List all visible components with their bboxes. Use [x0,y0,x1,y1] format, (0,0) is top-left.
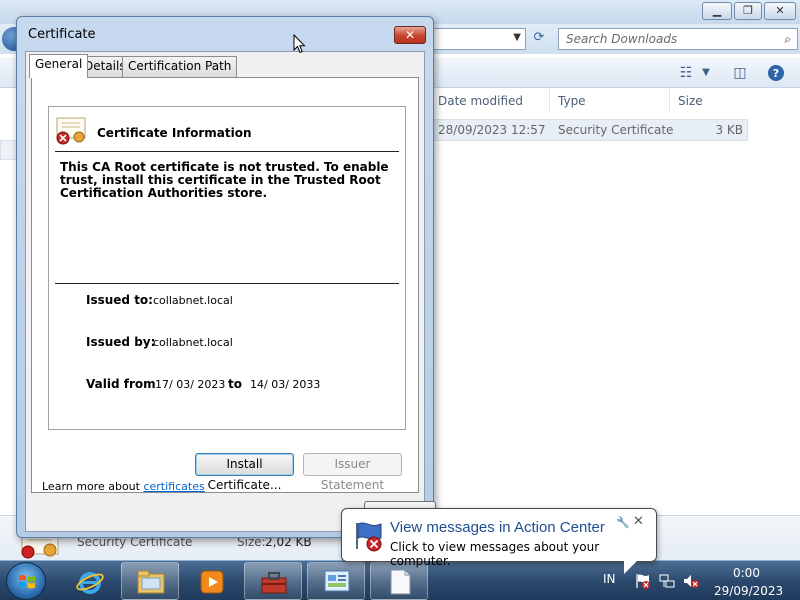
file-type: Security Certificate [558,123,674,137]
valid-from-label: Valid from [86,377,156,391]
certificate-dialog: Certificate ✕ General Details Certificat… [16,16,436,538]
balloon-message: Click to view messages about your comput… [390,540,600,568]
internet-explorer-icon [76,572,104,594]
issued-to-value: collabnet.local [153,294,233,307]
taskbar-internet-explorer[interactable] [60,562,118,600]
taskbar-file-explorer[interactable] [121,562,179,600]
media-player-icon [200,570,224,594]
clock-time[interactable]: 0:00 [733,566,760,580]
valid-from-value: 17/ 03/ 2023 [155,378,226,391]
windows-logo-icon [19,575,35,589]
tab-certification-path[interactable]: Certification Path [122,56,238,77]
certificate-info-box: Certificate Information This CA Root cer… [48,106,406,430]
divider [55,151,399,152]
file-size: 3 KB [715,123,743,137]
column-type[interactable]: Type [550,88,670,114]
search-placeholder: Search Downloads [566,32,678,46]
mouse-cursor-icon [293,34,306,54]
issued-to-label: Issued to: [86,293,153,307]
search-input[interactable]: Search Downloads ⌕ [558,28,798,50]
balloon-tail [624,560,638,574]
preview-pane-icon[interactable]: ◫ [730,64,750,82]
search-icon[interactable]: ⌕ [784,29,791,49]
minimize-button[interactable]: ▁ [702,2,732,20]
toolbox-icon [261,572,287,594]
issuer-statement-button[interactable]: Issuer Statement [303,453,402,492]
untrusted-certificate-icon [56,117,86,145]
column-headers: Date modified Type Size [430,88,800,114]
wrench-icon[interactable]: 🔧 [616,516,630,529]
language-indicator[interactable]: IN [603,572,616,586]
dialog-title: Certificate [28,27,96,42]
control-panel-icon [324,570,350,592]
balloon-title[interactable]: View messages in Action Center [390,519,605,536]
maximize-button[interactable]: ❐ [734,2,762,20]
info-title: Certificate Information [97,126,252,140]
taskbar-media-player[interactable] [182,562,240,600]
table-row[interactable]: 28/09/2023 12:57 Security Certificate 3 … [430,119,748,141]
general-tab-panel: Certificate Information This CA Root cer… [31,77,419,493]
chevron-down-icon[interactable]: ▼ [513,32,521,43]
action-center-tray-icon[interactable] [634,572,652,590]
clock-date[interactable]: 29/09/2023 [714,584,783,598]
divider [55,283,399,284]
volume-muted-icon[interactable] [682,572,700,590]
taskbar-toolbox-app[interactable] [244,562,302,600]
valid-to-label: to [228,377,242,391]
close-button[interactable]: ✕ [394,26,426,44]
install-certificate-button[interactable]: Install Certificate... [195,453,294,492]
file-date: 28/09/2023 12:57 [438,123,546,137]
learn-more-prefix: Learn more about [42,480,144,493]
action-center-flag-icon [356,522,382,552]
refresh-icon[interactable]: ⟳ [528,28,550,50]
learn-more-text: Learn more about certificates [42,480,205,493]
svg-text:?: ? [773,67,779,80]
taskbar-control-panel[interactable] [307,562,365,600]
column-size[interactable]: Size [670,88,750,114]
address-field[interactable]: ▼ [430,28,526,50]
certificates-link[interactable]: certificates [143,480,204,493]
start-button[interactable] [6,562,46,600]
valid-to-value: 14/ 03/ 2033 [250,378,321,391]
view-options-icon[interactable]: ☷ [676,64,696,82]
document-icon [390,569,411,595]
dialog-client: General Details Certification Path Certi… [25,51,436,532]
issued-by-value: collabnet.local [153,336,233,349]
balloon-close-button[interactable]: ✕ [633,514,644,529]
help-icon[interactable]: ? [766,64,786,82]
column-date-modified[interactable]: Date modified [430,88,550,114]
action-center-balloon[interactable]: View messages in Action Center Click to … [341,508,657,574]
issued-by-label: Issued by: [86,335,156,349]
tab-general[interactable]: General [29,54,89,78]
trust-warning: This CA Root certificate is not trusted.… [60,160,389,200]
network-icon[interactable] [658,572,676,590]
folder-icon [137,570,165,594]
chevron-down-icon[interactable]: ▼ [699,64,713,82]
explorer-close-button[interactable]: ✕ [764,2,796,20]
